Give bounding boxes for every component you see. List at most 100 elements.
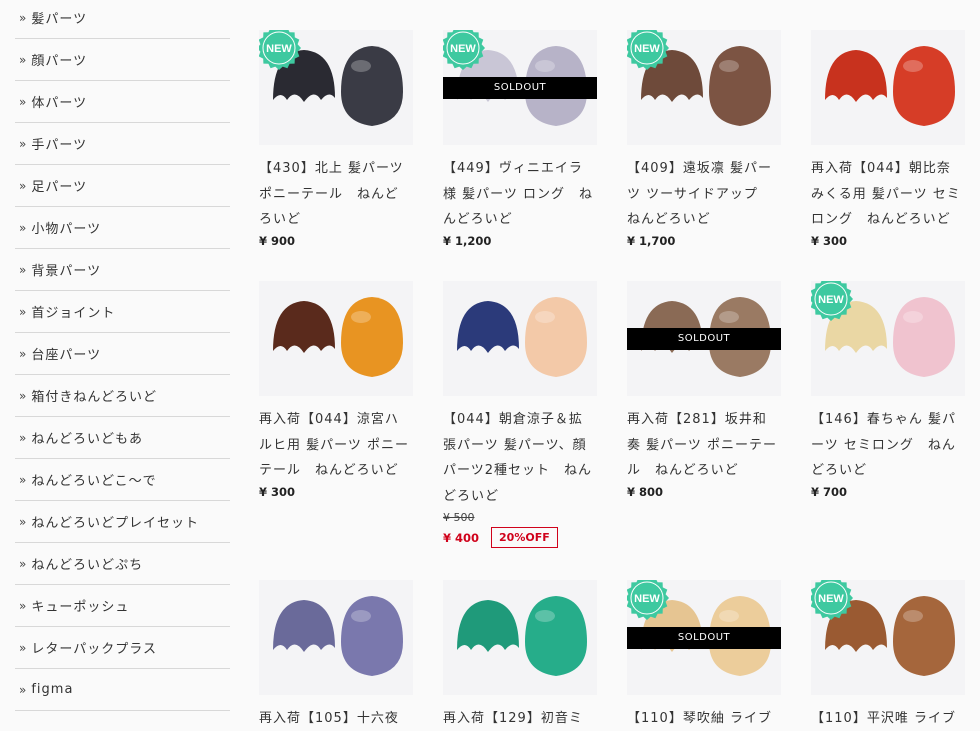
product-title-link[interactable]: 【110】琴吹紬 ライブス xyxy=(627,706,777,731)
svg-text:NEW: NEW xyxy=(634,43,660,55)
sidebar-item[interactable]: » 台座パーツ xyxy=(15,333,230,375)
sidebar-item-label: 体パーツ xyxy=(31,96,88,111)
product-price: ¥ 900 xyxy=(259,233,296,248)
sidebar-item-label: 顔パーツ xyxy=(31,54,88,69)
new-badge: NEW xyxy=(811,281,855,323)
sidebar-item-label: 台座パーツ xyxy=(31,348,102,363)
product-card: 再入荷【044】朝比奈みくる用 髪パーツ セミロング ねんどろいど ¥ 300 xyxy=(811,30,966,248)
product-price: ¥ 300 xyxy=(811,233,848,248)
product-card: SOLDOUT NEW 【110】琴吹紬 ライブス xyxy=(627,580,782,731)
sidebar-item-label: 小物パーツ xyxy=(31,222,102,237)
bullet-icon: » xyxy=(19,472,28,487)
product-title-link[interactable]: 【044】朝倉涼子＆拡張パーツ 髪パーツ、顔パーツ2種セット ねんどろいど xyxy=(443,407,593,509)
product-thumbnail[interactable] xyxy=(259,281,413,396)
sidebar-item-label: 手パーツ xyxy=(31,138,88,153)
sidebar-item-label: 箱付きねんどろいど xyxy=(31,390,157,405)
product-title-link[interactable]: 【110】平沢唯 ライブス xyxy=(811,706,961,731)
bullet-icon: » xyxy=(19,262,28,277)
sidebar-item[interactable]: » 髪パーツ xyxy=(15,0,230,39)
sidebar-item-label: ねんどろいどもあ xyxy=(31,432,143,447)
product-title-link[interactable]: 【430】北上 髪パーツ ポニーテール ねんどろいど xyxy=(259,156,409,233)
product-title-link[interactable]: 【146】春ちゃん 髪パーツ セミロング ねんどろいど xyxy=(811,407,961,484)
product-thumbnail[interactable]: NEW xyxy=(627,30,781,145)
sidebar-item-label: figma xyxy=(31,682,74,697)
sale-price: ¥ 400 xyxy=(443,530,480,545)
new-badge: NEW xyxy=(443,30,487,72)
sidebar-item[interactable]: » 足パーツ xyxy=(15,165,230,207)
product-card: NEW 【110】平沢唯 ライブス xyxy=(811,580,966,731)
product-thumbnail[interactable]: SOLDOUT NEW xyxy=(443,30,597,145)
product-image xyxy=(443,580,597,695)
new-badge: NEW xyxy=(259,30,303,72)
sidebar-item-label: 背景パーツ xyxy=(31,264,102,279)
svg-text:NEW: NEW xyxy=(266,43,292,55)
product-image xyxy=(811,30,965,145)
product-price: ¥ 700 xyxy=(811,484,848,499)
sidebar-item[interactable]: » ねんどろいどぷち xyxy=(15,543,230,585)
product-thumbnail[interactable] xyxy=(443,580,597,695)
product-card: 再入荷【044】涼宮ハルヒ用 髪パーツ ポニーテール ねんどろいど ¥ 300 xyxy=(259,281,414,499)
bullet-icon: » xyxy=(19,598,28,613)
bullet-icon: » xyxy=(19,52,28,67)
svg-text:NEW: NEW xyxy=(818,593,844,605)
sidebar-item[interactable]: » 小物パーツ xyxy=(15,207,230,249)
product-thumbnail[interactable]: SOLDOUT NEW xyxy=(627,580,781,695)
sidebar-item[interactable]: » 手パーツ xyxy=(15,123,230,165)
product-image xyxy=(443,281,597,396)
sidebar-item-label: ねんどろいどプレイセット xyxy=(31,516,199,531)
sidebar-item-label: ねんどろいどこ～で xyxy=(31,474,157,489)
product-title-link[interactable]: 再入荷【129】初音ミク xyxy=(443,706,593,731)
category-sidebar: » 髪パーツ» 顔パーツ» 体パーツ» 手パーツ» 足パーツ» 小物パーツ» 背景パーツ» 首ジ… xyxy=(15,0,230,711)
product-thumbnail[interactable] xyxy=(811,30,965,145)
sidebar-item[interactable]: » ねんどろいどもあ xyxy=(15,417,230,459)
product-title-link[interactable]: 再入荷【105】十六夜咲 xyxy=(259,706,409,731)
product-card: NEW 【430】北上 髪パーツ ポニーテール ねんどろいど ¥ 900 xyxy=(259,30,414,248)
bullet-icon: » xyxy=(19,346,28,361)
sidebar-item-label: 首ジョイント xyxy=(31,306,116,321)
product-image xyxy=(259,580,413,695)
svg-text:NEW: NEW xyxy=(634,593,660,605)
sidebar-item-label: キューポッシュ xyxy=(31,600,130,615)
product-price: ¥ 800 xyxy=(627,484,664,499)
sidebar-item[interactable]: » 顔パーツ xyxy=(15,39,230,81)
product-price: ¥ 300 xyxy=(259,484,296,499)
soldout-banner: SOLDOUT xyxy=(443,77,597,99)
new-badge: NEW xyxy=(627,580,671,622)
soldout-banner: SOLDOUT xyxy=(627,328,781,350)
bullet-icon: » xyxy=(19,556,28,571)
sidebar-item-label: 髪パーツ xyxy=(31,12,88,27)
product-price: ¥ 1,700 xyxy=(627,233,676,248)
product-card: NEW 【409】遠坂凛 髪パーツ ツーサイドアップ ねんどろいど ¥ 1,700 xyxy=(627,30,782,248)
sidebar-item[interactable]: » ねんどろいどプレイセット xyxy=(15,501,230,543)
sidebar-item[interactable]: » レターパックプラス xyxy=(15,627,230,669)
product-title-link[interactable]: 再入荷【044】朝比奈みくる用 髪パーツ セミロング ねんどろいど xyxy=(811,156,961,233)
sidebar-item[interactable]: » figma xyxy=(15,669,230,711)
sidebar-item[interactable]: » ねんどろいどこ～で xyxy=(15,459,230,501)
product-card: 再入荷【105】十六夜咲 xyxy=(259,580,414,731)
bullet-icon: » xyxy=(19,682,28,697)
bullet-icon: » xyxy=(19,640,28,655)
product-thumbnail[interactable] xyxy=(443,281,597,396)
product-title-link[interactable]: 【409】遠坂凛 髪パーツ ツーサイドアップ ねんどろいど xyxy=(627,156,777,233)
sidebar-item[interactable]: » 体パーツ xyxy=(15,81,230,123)
sidebar-item-label: 足パーツ xyxy=(31,180,88,195)
product-title-link[interactable]: 再入荷【044】涼宮ハルヒ用 髪パーツ ポニーテール ねんどろいど xyxy=(259,407,409,484)
product-card: SOLDOUT 再入荷【281】坂井和奏 髪パーツ ポニーテール ねんどろいど ¥ … xyxy=(627,281,782,499)
sidebar-item[interactable]: » キューポッシュ xyxy=(15,585,230,627)
product-thumbnail[interactable]: NEW xyxy=(259,30,413,145)
sidebar-item[interactable]: » 首ジョイント xyxy=(15,291,230,333)
product-card: 【044】朝倉涼子＆拡張パーツ 髪パーツ、顔パーツ2種セット ねんどろいど ¥ 5… xyxy=(443,281,598,548)
product-image xyxy=(259,281,413,396)
product-thumbnail[interactable]: NEW xyxy=(811,281,965,396)
product-title-link[interactable]: 再入荷【281】坂井和奏 髪パーツ ポニーテール ねんどろいど xyxy=(627,407,777,484)
product-thumbnail[interactable] xyxy=(259,580,413,695)
sidebar-item[interactable]: » 背景パーツ xyxy=(15,249,230,291)
bullet-icon: » xyxy=(19,388,28,403)
bullet-icon: » xyxy=(19,430,28,445)
bullet-icon: » xyxy=(19,304,28,319)
product-thumbnail[interactable]: NEW xyxy=(811,580,965,695)
product-thumbnail[interactable]: SOLDOUT xyxy=(627,281,781,396)
bullet-icon: » xyxy=(19,178,28,193)
product-title-link[interactable]: 【449】ヴィニエイラ様 髪パーツ ロング ねんどろいど xyxy=(443,156,593,233)
sidebar-item[interactable]: » 箱付きねんどろいど xyxy=(15,375,230,417)
